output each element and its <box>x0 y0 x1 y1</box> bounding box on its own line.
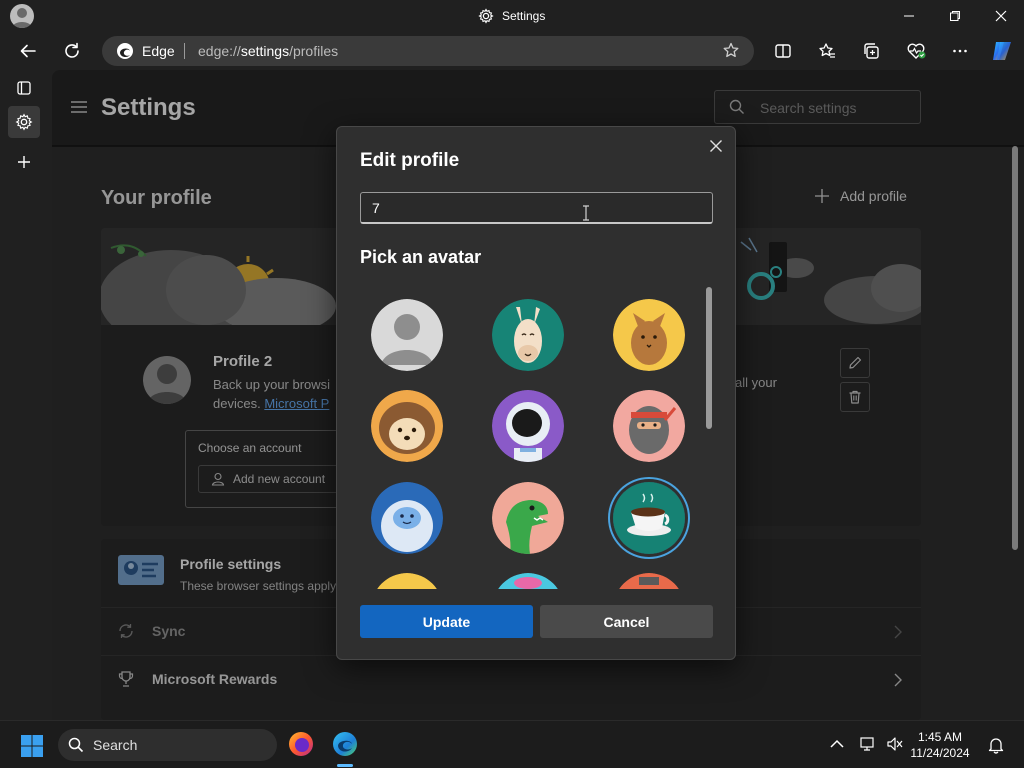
update-button[interactable]: Update <box>360 605 533 638</box>
astronaut-avatar[interactable] <box>492 390 564 462</box>
window-title-area: Settings <box>478 8 545 24</box>
more-options-button[interactable] <box>945 36 975 66</box>
llama-avatar[interactable] <box>492 299 564 371</box>
firefox-icon <box>289 732 313 756</box>
orange-avatar-partial[interactable] <box>613 573 685 589</box>
gear-icon <box>15 113 33 131</box>
url-text[interactable]: edge://settings/profiles <box>198 43 338 59</box>
favorites-button[interactable] <box>812 36 842 66</box>
hedgehog-avatar[interactable] <box>371 390 443 462</box>
pick-avatar-label: Pick an avatar <box>360 247 482 267</box>
profile-avatar-button[interactable] <box>10 4 34 28</box>
chevron-up-icon <box>830 739 844 748</box>
copilot-icon <box>993 42 1011 60</box>
taskbar: Search 1:45 AM 11/24/2024 <box>0 720 1024 768</box>
cyan-avatar-partial[interactable] <box>492 573 564 589</box>
favorites-star-icon <box>819 43 835 58</box>
title-bar: Settings <box>0 0 1024 32</box>
add-favorite-button[interactable] <box>722 41 742 61</box>
close-window-button[interactable] <box>978 0 1024 32</box>
dialog-close-button[interactable] <box>705 135 727 157</box>
heart-pulse-icon <box>907 43 926 59</box>
avatar-list-scrollbar[interactable] <box>706 287 712 429</box>
profile-name-input[interactable] <box>360 192 713 224</box>
edge-logo-icon <box>116 42 134 60</box>
speaker-muted-icon <box>887 737 903 751</box>
clock[interactable]: 1:45 AM 11/24/2024 <box>908 729 972 761</box>
close-icon <box>710 140 722 152</box>
yellow-avatar-partial[interactable] <box>371 573 443 589</box>
person-icon <box>12 8 32 28</box>
split-screen-icon <box>775 44 791 58</box>
volume-button[interactable] <box>886 736 904 752</box>
network-icon <box>860 737 874 751</box>
dinosaur-avatar[interactable] <box>492 482 564 554</box>
edit-profile-dialog: Edit profile Pick an avatar <box>336 126 736 660</box>
active-app-indicator <box>337 764 353 767</box>
minimize-button[interactable] <box>886 0 932 32</box>
default-person-avatar[interactable] <box>371 299 443 371</box>
search-icon <box>68 737 84 753</box>
vertical-sidebar <box>0 70 48 720</box>
start-button[interactable] <box>20 734 44 758</box>
text-cursor-icon <box>582 205 590 221</box>
coffee-cup-avatar[interactable] <box>613 482 685 554</box>
arrow-left-icon <box>20 44 36 58</box>
settings-tab[interactable] <box>8 106 40 138</box>
url-scheme: edge:// <box>198 43 241 59</box>
bell-icon <box>988 738 1004 754</box>
page-scrollbar[interactable] <box>1012 146 1018 550</box>
edge-taskbar-button[interactable] <box>332 731 358 757</box>
split-screen-button[interactable] <box>768 36 798 66</box>
clock-time: 1:45 AM <box>917 730 963 744</box>
network-status-button[interactable] <box>860 736 878 752</box>
cat-avatar[interactable] <box>613 299 685 371</box>
restore-button[interactable] <box>932 0 978 32</box>
taskbar-search-placeholder: Search <box>93 737 138 753</box>
address-separator <box>184 43 185 59</box>
refresh-icon <box>65 42 79 58</box>
star-plus-icon <box>723 42 739 58</box>
firefox-taskbar-button[interactable] <box>288 731 314 757</box>
refresh-button[interactable] <box>57 36 87 66</box>
back-button[interactable] <box>13 36 43 66</box>
new-tab-button[interactable] <box>8 146 40 178</box>
windows-logo-icon <box>21 735 43 757</box>
close-icon <box>995 10 1007 22</box>
tab-actions-button[interactable] <box>8 72 40 104</box>
window-title: Settings <box>502 9 546 23</box>
collections-button[interactable] <box>856 36 886 66</box>
taskbar-search[interactable]: Search <box>58 729 277 761</box>
more-horizontal-icon <box>953 49 967 53</box>
yeti-avatar[interactable] <box>371 482 443 554</box>
cancel-button[interactable]: Cancel <box>540 605 713 638</box>
ninja-avatar[interactable] <box>613 390 685 462</box>
url-path: /profiles <box>289 43 339 59</box>
plus-icon <box>18 156 30 168</box>
copilot-button[interactable] <box>987 36 1017 66</box>
dialog-title: Edit profile <box>360 150 460 171</box>
restore-icon <box>950 11 960 21</box>
clock-date: 11/24/2024 <box>910 746 970 760</box>
collections-icon <box>864 43 879 59</box>
address-bar[interactable]: Edge edge://settings/profiles <box>102 36 754 66</box>
show-hidden-icons-button[interactable] <box>830 739 844 749</box>
edge-icon <box>333 732 357 756</box>
minimize-icon <box>904 15 914 17</box>
site-identity-label: Edge <box>142 43 175 59</box>
gear-icon <box>478 8 494 24</box>
browser-essentials-button[interactable] <box>901 36 931 66</box>
tabs-icon <box>17 81 31 95</box>
url-host: settings <box>240 43 290 59</box>
avatar-grid <box>360 289 708 589</box>
notifications-button[interactable] <box>988 736 1004 754</box>
